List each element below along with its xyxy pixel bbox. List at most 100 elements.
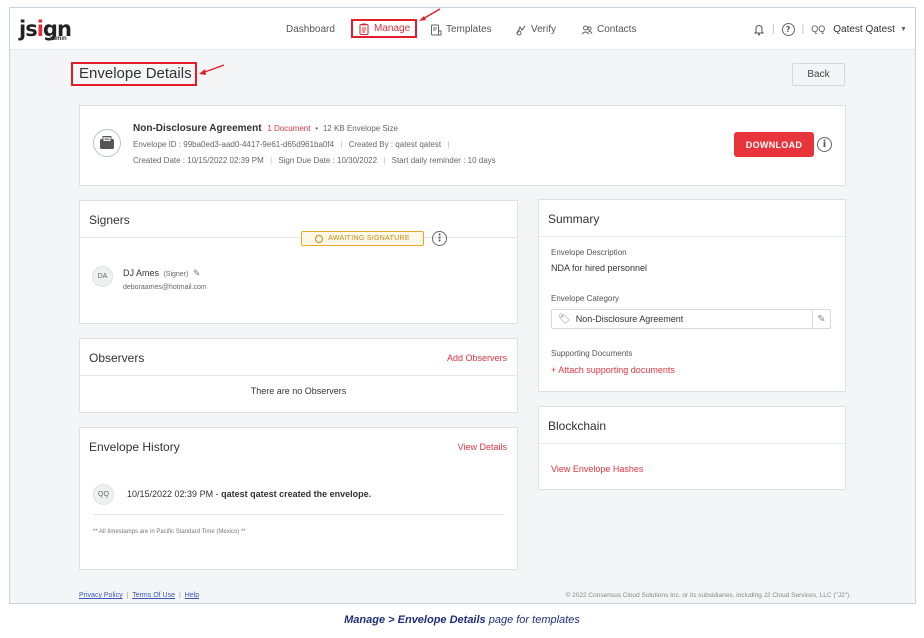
attach-documents-link[interactable]: + Attach supporting documents: [551, 365, 675, 375]
nav-dashboard-label: Dashboard: [286, 24, 335, 35]
category-value: Non-Disclosure Agreement: [575, 314, 684, 324]
description-value: NDA for hired personnel: [551, 263, 648, 273]
nav-verify[interactable]: Verify: [515, 21, 556, 38]
nav-templates-label: Templates: [446, 24, 492, 35]
template-icon: [431, 24, 442, 35]
signers-heading: Signers: [80, 201, 517, 238]
help-icon[interactable]: ?: [781, 22, 795, 36]
info-icon[interactable]: i: [817, 137, 832, 152]
page-title: Envelope Details: [71, 62, 197, 86]
status-badge: AWAITING SIGNATURE: [301, 231, 424, 246]
blockchain-heading: Blockchain: [539, 407, 845, 444]
nav-templates[interactable]: Templates: [430, 21, 492, 38]
envelope-created-date: Created Date : 10/15/2022 02:39 PM: [133, 156, 264, 165]
summary-heading: Summary: [539, 200, 845, 237]
envelope-due-date: Sign Due Date : 10/30/2022: [278, 156, 378, 165]
bell-icon[interactable]: [753, 23, 765, 36]
envelope-reminder: Start daily reminder : 10 days: [391, 156, 496, 165]
history-dash: -: [215, 489, 219, 499]
caption-bold: Manage > Envelope Details: [344, 614, 486, 626]
divider: |: [270, 156, 273, 165]
category-field[interactable]: 🏷 Non-Disclosure Agreement ✎: [551, 309, 831, 329]
status-badge-label: AWAITING SIGNATURE: [328, 235, 410, 242]
divider: |: [383, 156, 386, 165]
view-details-link[interactable]: View Details: [458, 442, 507, 452]
envelope-icon: [93, 129, 121, 157]
footer-links: Privacy Policy | Terms Of Use | Help: [79, 592, 199, 599]
annotation-arrow-title: [199, 64, 225, 75]
figure-caption: Manage > Envelope Details page for templ…: [0, 614, 924, 626]
nav-manage-label: Manage: [374, 23, 411, 34]
nav-dashboard[interactable]: Dashboard: [286, 21, 335, 38]
supporting-label: Supporting Documents: [551, 349, 633, 358]
observers-empty-message: There are no Observers: [250, 386, 347, 396]
envelope-size: 12 KB Envelope Size: [322, 124, 399, 133]
divider: |: [178, 592, 181, 599]
category-label: Envelope Category: [551, 294, 620, 303]
back-button[interactable]: Back: [792, 63, 845, 86]
avatar: QQ: [93, 484, 114, 505]
view-hashes-link[interactable]: View Envelope Hashes: [551, 464, 643, 474]
main-content: Envelope Details Back Non-Disclosure Agr…: [10, 51, 915, 603]
nav-verify-label: Verify: [531, 24, 557, 35]
app-window: jsign admin Dashboard Manage Templates V…: [9, 7, 916, 604]
top-navigation-bar: jsign admin Dashboard Manage Templates V…: [10, 8, 915, 50]
signer-options-icon[interactable]: ⋮: [432, 231, 447, 246]
tag-icon: 🏷: [558, 313, 571, 325]
pencil-icon[interactable]: ✎: [193, 268, 201, 278]
history-entry: 10/15/2022 02:39 PM - qatest qatest crea…: [127, 489, 371, 499]
envelope-name: Non-Disclosure Agreement: [133, 123, 262, 134]
footer: Privacy Policy | Terms Of Use | Help © 2…: [10, 585, 915, 603]
envelope-title-row: Non-Disclosure Agreement 1 Document • 12…: [133, 123, 398, 134]
clock-icon: [315, 234, 324, 243]
signer-name: DJ Ames: [123, 268, 160, 278]
download-button[interactable]: DOWNLOAD: [734, 132, 814, 157]
add-observers-link[interactable]: Add Observers: [447, 353, 507, 363]
envelope-created-by: Created By : qatest qatest: [348, 140, 442, 149]
logo-subtitle: admin: [49, 36, 67, 42]
header-tools: | ? | QQ Qatest Qatest ▼: [753, 21, 907, 37]
privacy-policy-link[interactable]: Privacy Policy: [79, 592, 123, 599]
contacts-icon: [581, 25, 593, 34]
edit-icon[interactable]: ✎: [812, 310, 830, 328]
history-heading: Envelope History View Details: [80, 428, 517, 465]
blockchain-card: Blockchain View Envelope Hashes: [538, 406, 846, 490]
envelope-history-card: Envelope History View Details QQ 10/15/2…: [79, 427, 518, 570]
help-link[interactable]: Help: [185, 592, 199, 599]
signers-card: Signers DA DJ Ames (Signer) ✎ deboraames…: [79, 200, 518, 324]
observers-heading: Observers Add Observers: [80, 339, 517, 376]
terms-of-use-link[interactable]: Terms Of Use: [132, 592, 175, 599]
bullet-separator: •: [315, 124, 319, 133]
envelope-meta-row-2: Created Date : 10/15/2022 02:39 PM | Sig…: [133, 156, 496, 165]
avatar: DA: [92, 266, 113, 287]
envelope-id: Envelope ID : 99ba0ed3-aad0-4417-9e61-d6…: [133, 140, 335, 149]
divider: |: [340, 140, 343, 149]
document-count-link[interactable]: 1 Document: [267, 124, 310, 133]
signer-email: deboraames@hotmail.com: [123, 284, 207, 291]
user-name[interactable]: Qatest Qatest: [833, 24, 895, 35]
history-initials: QQ: [98, 491, 109, 498]
summary-card: Summary Envelope Description NDA for hir…: [538, 199, 846, 392]
nav-contacts[interactable]: Contacts: [581, 21, 636, 38]
envelope-meta-row-1: Envelope ID : 99ba0ed3-aad0-4417-9e61-d6…: [133, 140, 453, 149]
observers-heading-label: Observers: [89, 351, 145, 365]
signer-info: DJ Ames (Signer) ✎ deboraames@hotmail.co…: [123, 263, 207, 291]
user-initials[interactable]: QQ: [811, 24, 825, 34]
divider: |: [801, 23, 805, 35]
history-heading-label: Envelope History: [89, 440, 180, 454]
nav-contacts-label: Contacts: [597, 24, 637, 35]
verify-icon: [516, 25, 526, 35]
description-label: Envelope Description: [551, 248, 627, 257]
divider: |: [126, 592, 129, 599]
envelope-info-card: Non-Disclosure Agreement 1 Document • 12…: [79, 105, 846, 186]
clipboard-icon: [359, 23, 369, 35]
nav-manage[interactable]: Manage: [351, 19, 418, 38]
observers-card: Observers Add Observers There are no Obs…: [79, 338, 518, 413]
copyright: © 2022 Consensus Cloud Solutions Inc. or…: [565, 592, 851, 599]
signer-role: (Signer): [163, 271, 189, 278]
chevron-down-icon[interactable]: ▼: [900, 26, 907, 33]
caption-rest: page for templates: [485, 614, 580, 626]
timezone-note: ** All timestamps are in Pacific Standar…: [93, 529, 246, 535]
signer-initials: DA: [97, 273, 108, 280]
divider: |: [447, 140, 450, 149]
